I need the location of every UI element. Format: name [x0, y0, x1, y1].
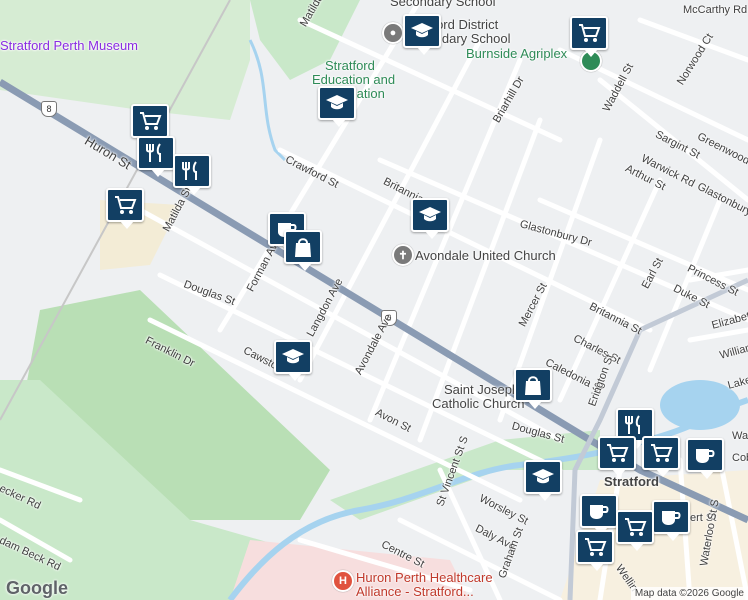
shopping-bag-icon	[295, 238, 311, 257]
street-mccarthy: McCarthy Rd	[683, 4, 748, 16]
restaurant-icon	[625, 415, 640, 434]
highway-8-shield-west: 8	[41, 101, 57, 117]
saint-joseph-label-2[interactable]: Catholic Church	[432, 396, 525, 411]
coffee-icon	[662, 511, 681, 525]
education-label-1[interactable]: Stratford	[325, 58, 375, 73]
grocery-marker-west[interactable]	[106, 188, 144, 229]
school-icon	[419, 207, 441, 222]
restaurant-marker-1[interactable]	[137, 136, 175, 177]
google-logo: Google	[6, 578, 68, 598]
street-wat: Wat	[732, 430, 748, 442]
place-of-worship-icon[interactable]: ✝	[392, 244, 414, 266]
coffee-marker-downtown-2[interactable]	[580, 494, 618, 535]
school-icon	[411, 23, 433, 38]
shopping-cart-icon	[579, 24, 601, 42]
school-marker-education[interactable]	[318, 86, 356, 127]
school-marker-river[interactable]	[524, 460, 562, 501]
grocery-marker-downtown-3[interactable]	[616, 510, 654, 551]
school-icon	[282, 349, 304, 364]
shopping-cart-icon	[625, 518, 647, 536]
map-attribution[interactable]: Map data ©2026 Google	[630, 587, 748, 600]
shopping-cart-icon	[607, 444, 629, 462]
coffee-icon	[590, 505, 609, 519]
grocery-marker-downtown-2[interactable]	[642, 436, 680, 477]
agriplex-label[interactable]: Burnside Agriplex	[466, 46, 567, 61]
church-label[interactable]: Avondale United Church	[415, 248, 556, 263]
shopping-cart-icon	[585, 538, 607, 556]
shopping-bag-icon	[525, 376, 541, 395]
shopping-bag-marker-huron[interactable]	[284, 230, 322, 271]
grocery-marker-agriplex[interactable]	[570, 16, 608, 57]
school-icon	[326, 95, 348, 110]
shopping-cart-icon	[140, 112, 162, 130]
school-icon	[532, 469, 554, 484]
museum-label[interactable]: Stratford Perth Museum	[0, 38, 138, 53]
saint-joseph-label-1[interactable]: Saint Joseph	[444, 382, 519, 397]
coffee-marker-downtown-1[interactable]	[686, 438, 724, 479]
coffee-icon	[696, 449, 715, 463]
street-cob: Cob	[732, 452, 748, 464]
coffee-marker-downtown-3[interactable]	[652, 500, 690, 541]
hospital-icon[interactable]: H	[332, 570, 354, 592]
shopping-cart-icon	[651, 444, 673, 462]
restaurant-marker-2[interactable]	[173, 154, 211, 195]
school-dot-icon[interactable]: ●	[382, 22, 404, 44]
grocery-marker-downtown-4[interactable]	[576, 530, 614, 571]
hospital-label-1[interactable]: Huron Perth Healthcare	[356, 570, 493, 585]
education-label-2[interactable]: Education and	[312, 72, 395, 87]
shopping-cart-icon	[115, 196, 137, 214]
grocery-marker-downtown-1[interactable]	[598, 436, 636, 477]
top-school-label[interactable]: Secondary School	[390, 0, 496, 9]
school-marker[interactable]	[403, 14, 441, 55]
grocery-marker-huron[interactable]	[131, 104, 169, 145]
hospital-label-2[interactable]: Alliance - Stratford...	[356, 584, 474, 599]
school-marker-cawston[interactable]	[274, 340, 312, 381]
restaurant-icon	[146, 143, 161, 162]
shopping-bag-marker-joseph[interactable]	[514, 368, 552, 409]
restaurant-icon	[182, 161, 197, 180]
school-marker-britannia[interactable]	[411, 198, 449, 239]
